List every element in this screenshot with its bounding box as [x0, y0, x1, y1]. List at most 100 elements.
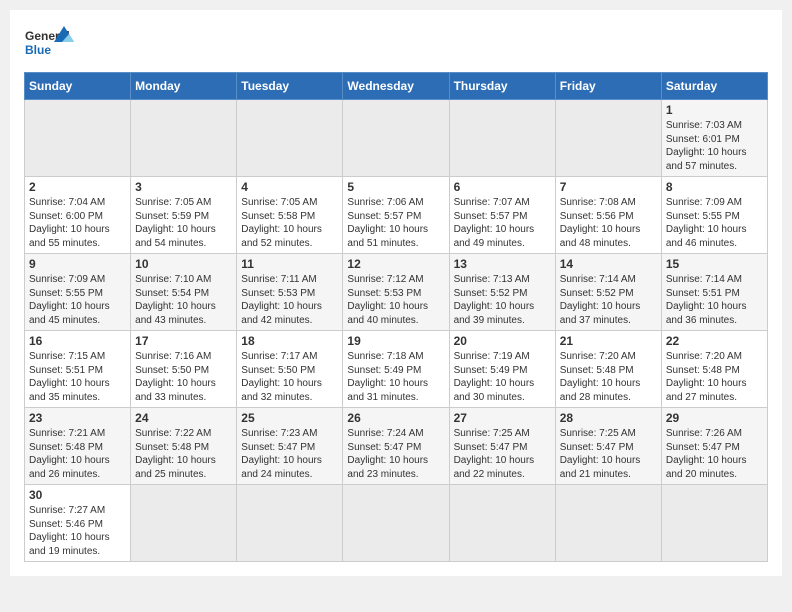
- col-header-tuesday: Tuesday: [237, 73, 343, 100]
- calendar-cell: 23 Sunrise: 7:21 AM Sunset: 5:48 PM Dayli…: [25, 408, 131, 485]
- calendar-cell: 2 Sunrise: 7:04 AM Sunset: 6:00 PM Daylig…: [25, 177, 131, 254]
- day-number: 5: [347, 180, 444, 194]
- day-number: 28: [560, 411, 657, 425]
- week-row-1: 2 Sunrise: 7:04 AM Sunset: 6:00 PM Daylig…: [25, 177, 768, 254]
- calendar-cell: [555, 100, 661, 177]
- day-info: Sunrise: 7:25 AM Sunset: 5:47 PM Dayligh…: [454, 427, 551, 481]
- day-number: 1: [666, 103, 763, 117]
- day-info: Sunrise: 7:06 AM Sunset: 5:57 PM Dayligh…: [347, 196, 444, 250]
- calendar-cell: 24Sunrise: 7:22 AM Sunset: 5:48 PM Dayli…: [131, 408, 237, 485]
- calendar-cell: [131, 100, 237, 177]
- day-number: 6: [454, 180, 551, 194]
- day-number: 29: [666, 411, 763, 425]
- day-info: Sunrise: 7:11 AM Sunset: 5:53 PM Dayligh…: [241, 273, 338, 327]
- calendar-cell: [237, 100, 343, 177]
- logo-svg: General Blue: [24, 24, 74, 64]
- day-number: 10: [135, 257, 232, 271]
- calendar-body: 1 Sunrise: 7:03 AM Sunset: 6:01 PM Daylig…: [25, 100, 768, 562]
- calendar-cell: 7Sunrise: 7:08 AM Sunset: 5:56 PM Daylig…: [555, 177, 661, 254]
- calendar-cell: 21 Sunrise: 7:20 AM Sunset: 5:48 PM Dayli…: [555, 331, 661, 408]
- day-number: 19: [347, 334, 444, 348]
- calendar-cell: 26Sunrise: 7:24 AM Sunset: 5:47 PM Dayli…: [343, 408, 449, 485]
- calendar-cell: 5 Sunrise: 7:06 AM Sunset: 5:57 PM Daylig…: [343, 177, 449, 254]
- col-header-monday: Monday: [131, 73, 237, 100]
- day-info: Sunrise: 7:20 AM Sunset: 5:48 PM Dayligh…: [560, 350, 657, 404]
- calendar-cell: [555, 485, 661, 562]
- day-info: Sunrise: 7:27 AM Sunset: 5:46 PM Dayligh…: [29, 504, 126, 558]
- day-number: 4: [241, 180, 338, 194]
- day-info: Sunrise: 7:09 AM Sunset: 5:55 PM Dayligh…: [666, 196, 763, 250]
- week-row-4: 23 Sunrise: 7:21 AM Sunset: 5:48 PM Dayli…: [25, 408, 768, 485]
- day-number: 16: [29, 334, 126, 348]
- day-info: Sunrise: 7:05 AM Sunset: 5:58 PM Dayligh…: [241, 196, 338, 250]
- day-number: 26: [347, 411, 444, 425]
- day-info: Sunrise: 7:12 AM Sunset: 5:53 PM Dayligh…: [347, 273, 444, 327]
- calendar-cell: 30 Sunrise: 7:27 AM Sunset: 5:46 PM Dayli…: [25, 485, 131, 562]
- calendar-cell: [343, 485, 449, 562]
- day-info: Sunrise: 7:20 AM Sunset: 5:48 PM Dayligh…: [666, 350, 763, 404]
- calendar-cell: [237, 485, 343, 562]
- week-row-3: 16Sunrise: 7:15 AM Sunset: 5:51 PM Dayli…: [25, 331, 768, 408]
- day-info: Sunrise: 7:16 AM Sunset: 5:50 PM Dayligh…: [135, 350, 232, 404]
- col-header-thursday: Thursday: [449, 73, 555, 100]
- week-row-0: 1 Sunrise: 7:03 AM Sunset: 6:01 PM Daylig…: [25, 100, 768, 177]
- calendar-cell: [449, 100, 555, 177]
- day-info: Sunrise: 7:05 AM Sunset: 5:59 PM Dayligh…: [135, 196, 232, 250]
- day-number: 13: [454, 257, 551, 271]
- calendar-cell: 14 Sunrise: 7:14 AM Sunset: 5:52 PM Dayli…: [555, 254, 661, 331]
- calendar-cell: [25, 100, 131, 177]
- day-info: Sunrise: 7:18 AM Sunset: 5:49 PM Dayligh…: [347, 350, 444, 404]
- calendar-cell: [131, 485, 237, 562]
- day-info: Sunrise: 7:13 AM Sunset: 5:52 PM Dayligh…: [454, 273, 551, 327]
- calendar-cell: 29Sunrise: 7:26 AM Sunset: 5:47 PM Dayli…: [661, 408, 767, 485]
- calendar-cell: 11 Sunrise: 7:11 AM Sunset: 5:53 PM Dayli…: [237, 254, 343, 331]
- logo: General Blue: [24, 24, 74, 64]
- calendar-cell: 25Sunrise: 7:23 AM Sunset: 5:47 PM Dayli…: [237, 408, 343, 485]
- calendar-cell: 3 Sunrise: 7:05 AM Sunset: 5:59 PM Daylig…: [131, 177, 237, 254]
- day-number: 27: [454, 411, 551, 425]
- calendar-cell: [343, 100, 449, 177]
- day-number: 17: [135, 334, 232, 348]
- day-number: 8: [666, 180, 763, 194]
- day-info: Sunrise: 7:14 AM Sunset: 5:51 PM Dayligh…: [666, 273, 763, 327]
- calendar-cell: 16Sunrise: 7:15 AM Sunset: 5:51 PM Dayli…: [25, 331, 131, 408]
- day-info: Sunrise: 7:10 AM Sunset: 5:54 PM Dayligh…: [135, 273, 232, 327]
- week-row-2: 9 Sunrise: 7:09 AM Sunset: 5:55 PM Daylig…: [25, 254, 768, 331]
- calendar-cell: 22Sunrise: 7:20 AM Sunset: 5:48 PM Dayli…: [661, 331, 767, 408]
- col-header-saturday: Saturday: [661, 73, 767, 100]
- col-header-friday: Friday: [555, 73, 661, 100]
- calendar-page: General Blue SundayMondayTuesdayWednesda…: [10, 10, 782, 576]
- day-info: Sunrise: 7:19 AM Sunset: 5:49 PM Dayligh…: [454, 350, 551, 404]
- day-info: Sunrise: 7:09 AM Sunset: 5:55 PM Dayligh…: [29, 273, 126, 327]
- day-number: 2: [29, 180, 126, 194]
- day-info: Sunrise: 7:04 AM Sunset: 6:00 PM Dayligh…: [29, 196, 126, 250]
- day-info: Sunrise: 7:25 AM Sunset: 5:47 PM Dayligh…: [560, 427, 657, 481]
- calendar-header-row: SundayMondayTuesdayWednesdayThursdayFrid…: [25, 73, 768, 100]
- day-number: 21: [560, 334, 657, 348]
- day-number: 3: [135, 180, 232, 194]
- day-number: 23: [29, 411, 126, 425]
- day-number: 30: [29, 488, 126, 502]
- day-number: 24: [135, 411, 232, 425]
- calendar-cell: 27 Sunrise: 7:25 AM Sunset: 5:47 PM Dayli…: [449, 408, 555, 485]
- day-number: 7: [560, 180, 657, 194]
- calendar-cell: 19 Sunrise: 7:18 AM Sunset: 5:49 PM Dayli…: [343, 331, 449, 408]
- day-number: 25: [241, 411, 338, 425]
- calendar-cell: 9 Sunrise: 7:09 AM Sunset: 5:55 PM Daylig…: [25, 254, 131, 331]
- calendar-cell: 8 Sunrise: 7:09 AM Sunset: 5:55 PM Daylig…: [661, 177, 767, 254]
- col-header-wednesday: Wednesday: [343, 73, 449, 100]
- day-number: 14: [560, 257, 657, 271]
- calendar-cell: 17 Sunrise: 7:16 AM Sunset: 5:50 PM Dayli…: [131, 331, 237, 408]
- calendar-cell: 12 Sunrise: 7:12 AM Sunset: 5:53 PM Dayli…: [343, 254, 449, 331]
- day-number: 9: [29, 257, 126, 271]
- day-info: Sunrise: 7:03 AM Sunset: 6:01 PM Dayligh…: [666, 119, 763, 173]
- day-number: 12: [347, 257, 444, 271]
- col-header-sunday: Sunday: [25, 73, 131, 100]
- day-info: Sunrise: 7:21 AM Sunset: 5:48 PM Dayligh…: [29, 427, 126, 481]
- day-number: 11: [241, 257, 338, 271]
- week-row-5: 30 Sunrise: 7:27 AM Sunset: 5:46 PM Dayli…: [25, 485, 768, 562]
- calendar-cell: 10 Sunrise: 7:10 AM Sunset: 5:54 PM Dayli…: [131, 254, 237, 331]
- day-info: Sunrise: 7:14 AM Sunset: 5:52 PM Dayligh…: [560, 273, 657, 327]
- day-number: 15: [666, 257, 763, 271]
- calendar-cell: [449, 485, 555, 562]
